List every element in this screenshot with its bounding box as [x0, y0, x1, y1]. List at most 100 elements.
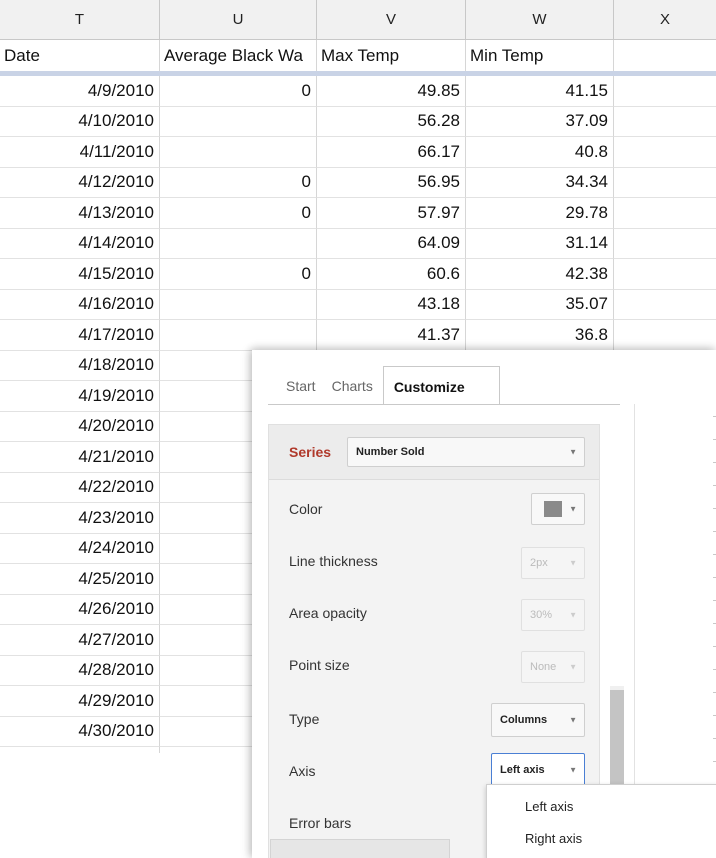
- table-row: 4/9/2010 0 49.85 41.15: [0, 76, 716, 107]
- point-size-select[interactable]: None ▼: [521, 651, 585, 683]
- axis-dropdown-menu: Left axis Right axis: [486, 784, 716, 858]
- cell-average[interactable]: [160, 228, 317, 259]
- axis-select-value: Left axis: [500, 764, 545, 776]
- cell-x[interactable]: [614, 289, 716, 320]
- cell-min-temp[interactable]: 37.09: [466, 106, 614, 137]
- series-select-value: Number Sold: [356, 446, 425, 458]
- cell-date[interactable]: [0, 747, 160, 753]
- cell-average[interactable]: 0: [160, 76, 317, 107]
- cell-average[interactable]: [160, 289, 317, 320]
- cell-date[interactable]: 4/14/2010: [0, 228, 160, 259]
- cell-date[interactable]: 4/23/2010: [0, 503, 160, 534]
- cell-min-temp[interactable]: 34.34: [466, 167, 614, 198]
- cell-date[interactable]: 4/9/2010: [0, 76, 160, 107]
- cell-date[interactable]: 4/29/2010: [0, 686, 160, 717]
- table-row: 4/15/2010 0 60.6 42.38: [0, 259, 716, 290]
- series-select[interactable]: Number Sold ▼: [347, 437, 585, 467]
- scrollbar-thumb[interactable]: [610, 690, 624, 790]
- cell-max-temp[interactable]: 56.95: [317, 167, 466, 198]
- cell-average[interactable]: [160, 320, 317, 351]
- cell-date[interactable]: 4/17/2010: [0, 320, 160, 351]
- cell-min-temp[interactable]: 31.14: [466, 228, 614, 259]
- cell-date[interactable]: 4/20/2010: [0, 411, 160, 442]
- cell-date[interactable]: 4/18/2010: [0, 350, 160, 381]
- column-header-t[interactable]: T: [0, 0, 160, 40]
- cell-date[interactable]: 4/30/2010: [0, 716, 160, 747]
- cell-date[interactable]: 4/26/2010: [0, 594, 160, 625]
- cell-date[interactable]: 4/10/2010: [0, 106, 160, 137]
- column-header-w[interactable]: W: [466, 0, 614, 40]
- cell-date[interactable]: 4/28/2010: [0, 655, 160, 686]
- type-select-value: Columns: [500, 714, 548, 726]
- header-cell-average[interactable]: Average Black Wa: [160, 40, 317, 71]
- area-opacity-select[interactable]: 30% ▼: [521, 599, 585, 631]
- header-cell-min-temp[interactable]: Min Temp: [466, 40, 614, 71]
- cell-min-temp[interactable]: 42.38: [466, 259, 614, 290]
- cell-min-temp[interactable]: 36.8: [466, 320, 614, 351]
- cell-date[interactable]: 4/25/2010: [0, 564, 160, 595]
- color-picker[interactable]: ▼: [531, 493, 585, 525]
- cell-x[interactable]: [614, 320, 716, 351]
- column-header-u[interactable]: U: [160, 0, 317, 40]
- cell-max-temp[interactable]: 49.85: [317, 76, 466, 107]
- cell-average[interactable]: [160, 137, 317, 168]
- cell-max-temp[interactable]: 64.09: [317, 228, 466, 259]
- option-right-axis[interactable]: Right axis: [525, 831, 582, 846]
- line-thickness-select[interactable]: 2px ▼: [521, 547, 585, 579]
- error-bars-select[interactable]: [270, 839, 450, 858]
- cell-date[interactable]: 4/11/2010: [0, 137, 160, 168]
- column-header-x[interactable]: X: [614, 0, 716, 40]
- cell-average[interactable]: 0: [160, 167, 317, 198]
- cell-x[interactable]: [614, 259, 716, 290]
- type-select[interactable]: Columns ▼: [491, 703, 585, 737]
- cell-min-temp[interactable]: 29.78: [466, 198, 614, 229]
- chevron-down-icon: ▼: [569, 558, 577, 568]
- point-size-value: None: [530, 661, 557, 673]
- table-row: 4/10/2010 56.28 37.09: [0, 106, 716, 137]
- area-opacity-value: 30%: [530, 609, 553, 621]
- tab-customize[interactable]: Customize: [382, 366, 500, 405]
- tab-underline: [268, 404, 620, 405]
- option-left-axis[interactable]: Left axis: [525, 799, 573, 814]
- cell-date[interactable]: 4/22/2010: [0, 472, 160, 503]
- cell-x[interactable]: [614, 167, 716, 198]
- cell-date[interactable]: 4/21/2010: [0, 442, 160, 473]
- cell-max-temp[interactable]: 41.37: [317, 320, 466, 351]
- cell-max-temp[interactable]: 43.18: [317, 289, 466, 320]
- cell-x[interactable]: [614, 198, 716, 229]
- cell-max-temp[interactable]: 57.97: [317, 198, 466, 229]
- tab-start[interactable]: Start: [268, 366, 326, 404]
- cell-date[interactable]: 4/12/2010: [0, 167, 160, 198]
- header-cell-date[interactable]: Date: [0, 40, 160, 71]
- header-cell-max-temp[interactable]: Max Temp: [317, 40, 466, 71]
- table-row: 4/14/2010 64.09 31.14: [0, 228, 716, 259]
- area-opacity-label: Area opacity: [289, 605, 367, 621]
- axis-select[interactable]: Left axis ▼: [491, 753, 585, 787]
- table-row: 4/12/2010 0 56.95 34.34: [0, 167, 716, 198]
- cell-max-temp[interactable]: 66.17: [317, 137, 466, 168]
- cell-average[interactable]: 0: [160, 259, 317, 290]
- cell-average[interactable]: 0: [160, 198, 317, 229]
- cell-date[interactable]: 4/24/2010: [0, 533, 160, 564]
- cell-x[interactable]: [614, 106, 716, 137]
- cell-average[interactable]: [160, 106, 317, 137]
- cell-x[interactable]: [614, 137, 716, 168]
- cell-x[interactable]: [614, 76, 716, 107]
- cell-date[interactable]: 4/13/2010: [0, 198, 160, 229]
- cell-date[interactable]: 4/15/2010: [0, 259, 160, 290]
- header-cell-x[interactable]: [614, 40, 716, 71]
- cell-min-temp[interactable]: 35.07: [466, 289, 614, 320]
- cell-max-temp[interactable]: 60.6: [317, 259, 466, 290]
- cell-min-temp[interactable]: 41.15: [466, 76, 614, 107]
- point-size-label: Point size: [289, 657, 350, 673]
- cell-date[interactable]: 4/19/2010: [0, 381, 160, 412]
- column-header-v[interactable]: V: [317, 0, 466, 40]
- cell-max-temp[interactable]: 56.28: [317, 106, 466, 137]
- table-row: 4/11/2010 66.17 40.8: [0, 137, 716, 168]
- table-row: 4/16/2010 43.18 35.07: [0, 289, 716, 320]
- cell-date[interactable]: 4/27/2010: [0, 625, 160, 656]
- tab-charts[interactable]: Charts: [326, 366, 383, 404]
- cell-min-temp[interactable]: 40.8: [466, 137, 614, 168]
- cell-x[interactable]: [614, 228, 716, 259]
- cell-date[interactable]: 4/16/2010: [0, 289, 160, 320]
